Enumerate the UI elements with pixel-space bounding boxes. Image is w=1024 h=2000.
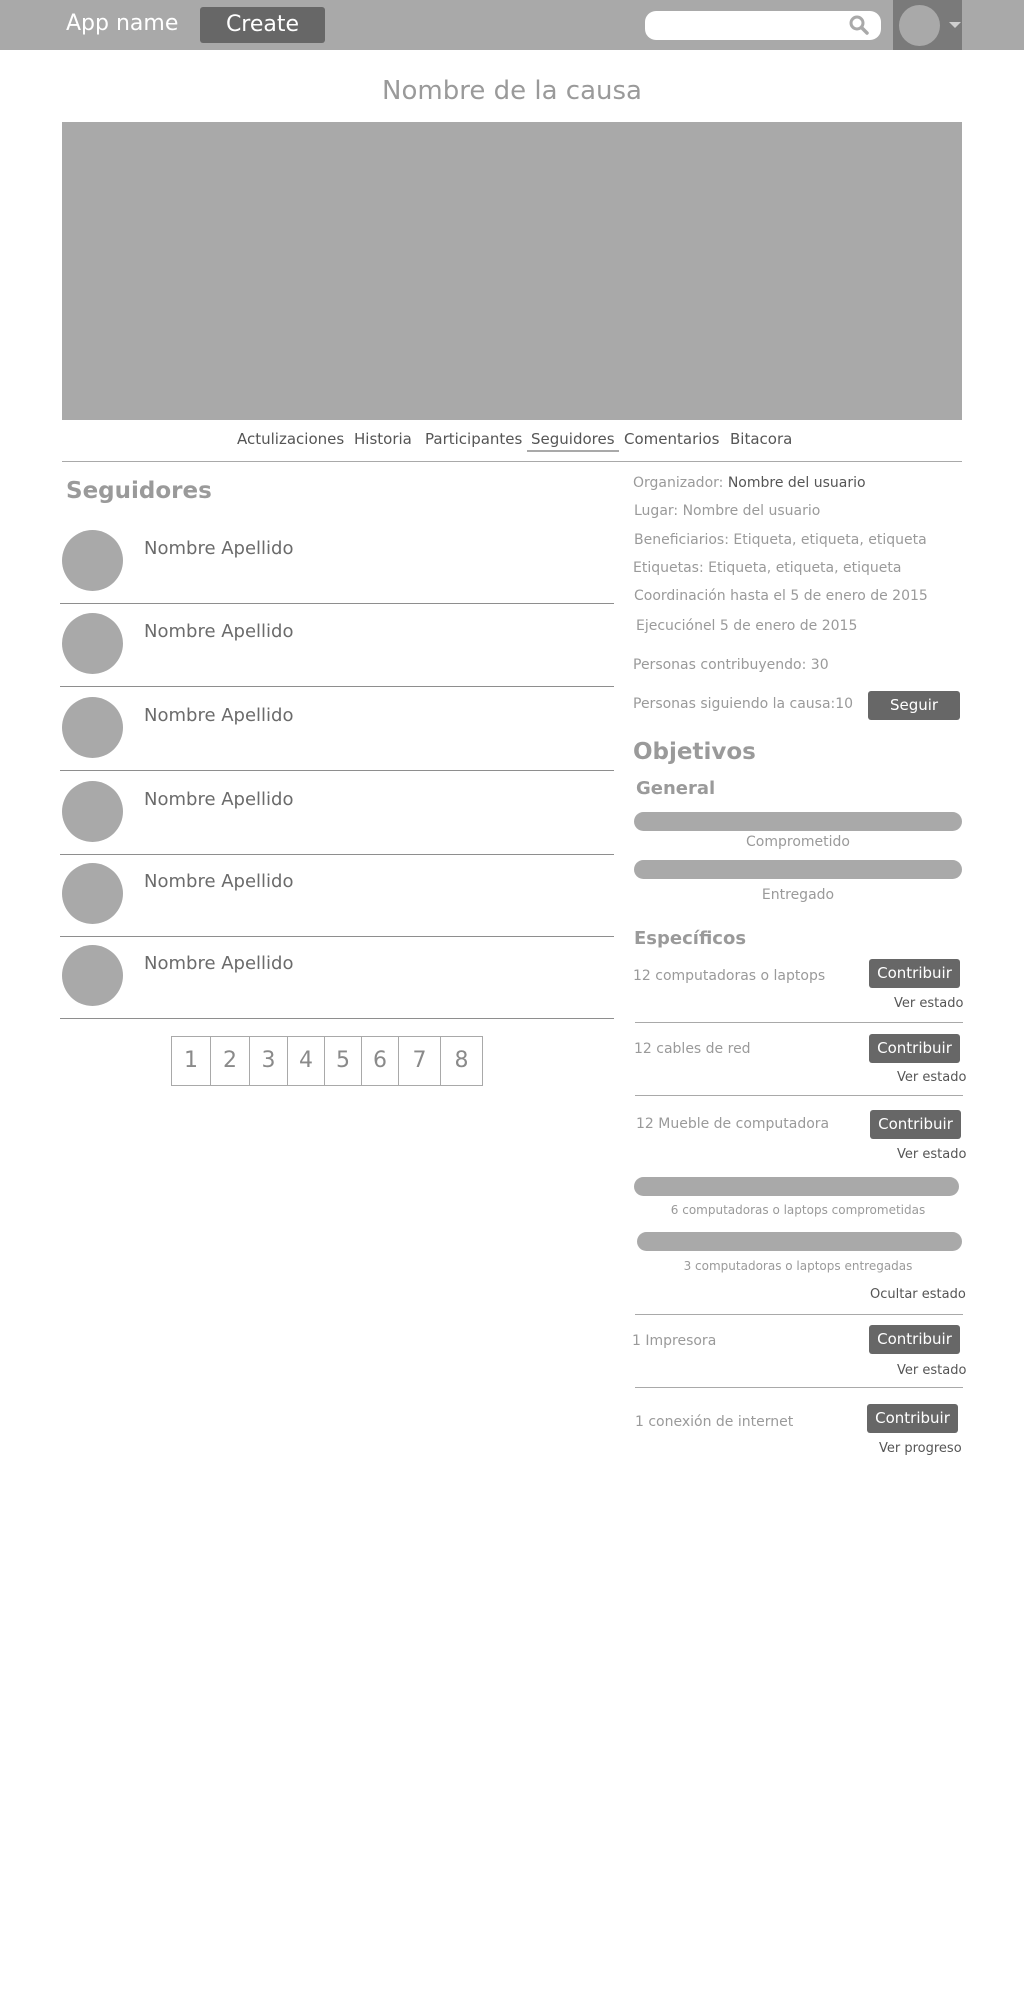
view-status-link[interactable]: Ver estado xyxy=(894,996,963,1011)
tab-bitacora[interactable]: Bitacora xyxy=(730,430,792,448)
objective-item-label: 1 conexión de internet xyxy=(635,1414,794,1430)
beneficiaries-text: Beneficiarios: Etiqueta, etiqueta, etiqu… xyxy=(634,532,927,548)
follow-button[interactable]: Seguir xyxy=(868,691,960,720)
row-divider xyxy=(60,686,614,687)
organizer-name[interactable]: Nombre del usuario xyxy=(728,475,866,491)
contributors-count: Personas contribuyendo: 30 xyxy=(633,657,829,673)
item-committed-progress-bar xyxy=(634,1177,959,1196)
chevron-down-icon[interactable] xyxy=(949,22,961,28)
tab-bar: Actulizaciones Historia Participantes Se… xyxy=(62,430,962,460)
objective-item-label: 12 computadoras o laptops xyxy=(633,968,826,984)
objective-divider xyxy=(635,1022,963,1023)
avatar[interactable] xyxy=(62,781,123,842)
create-button[interactable]: Create xyxy=(200,7,325,43)
objective-item-label: 12 Mueble de computadora xyxy=(636,1116,830,1132)
delivered-label: Entregado xyxy=(761,887,835,903)
followers-heading: Seguidores xyxy=(66,478,212,504)
organizer-line: Organizador: Nombre del usuario xyxy=(633,475,866,491)
user-menu[interactable] xyxy=(893,0,962,50)
row-divider xyxy=(60,936,614,937)
user-avatar[interactable] xyxy=(899,5,940,46)
follower-row[interactable]: Nombre Apellido xyxy=(60,613,614,695)
page-3[interactable]: 3 xyxy=(250,1037,288,1085)
row-divider xyxy=(60,770,614,771)
page-8[interactable]: 8 xyxy=(441,1037,482,1085)
specific-heading: Específicos xyxy=(634,928,747,949)
cause-image-placeholder xyxy=(62,122,962,420)
follower-row[interactable]: Nombre Apellido xyxy=(60,863,614,945)
place-text: Lugar: Nombre del usuario xyxy=(634,503,821,519)
row-divider xyxy=(60,603,614,604)
coordination-text: Coordinación hasta el 5 de enero de 2015 xyxy=(634,588,928,604)
page-title: Nombre de la causa xyxy=(382,76,642,106)
page-2[interactable]: 2 xyxy=(211,1037,250,1085)
tab-historia[interactable]: Historia xyxy=(354,430,412,448)
row-divider xyxy=(60,1018,614,1019)
objective-item-label: 12 cables de red xyxy=(634,1041,751,1057)
hide-status-link[interactable]: Ocultar estado xyxy=(870,1287,966,1302)
tab-seguidores[interactable]: Seguidores xyxy=(527,430,619,452)
avatar[interactable] xyxy=(62,613,123,674)
follower-row[interactable]: Nombre Apellido xyxy=(60,530,614,612)
follower-name[interactable]: Nombre Apellido xyxy=(144,953,294,974)
avatar[interactable] xyxy=(62,697,123,758)
contribute-button[interactable]: Contribuir xyxy=(869,1034,960,1063)
search-icon[interactable] xyxy=(849,15,869,35)
top-navigation-bar: App name Create xyxy=(0,0,1024,50)
page-7[interactable]: 7 xyxy=(399,1037,441,1085)
objective-item-label: 1 Impresora xyxy=(632,1333,717,1349)
contribute-button[interactable]: Contribuir xyxy=(867,1404,958,1433)
objective-divider xyxy=(635,1314,963,1315)
execution-text: Ejecuciónel 5 de enero de 2015 xyxy=(636,618,858,634)
tab-actualizaciones[interactable]: Actulizaciones xyxy=(237,430,344,448)
follower-name[interactable]: Nombre Apellido xyxy=(144,705,294,726)
item-delivered-progress-bar xyxy=(637,1232,962,1251)
tab-participantes[interactable]: Participantes xyxy=(425,430,522,448)
objectives-heading: Objetivos xyxy=(633,739,756,765)
committed-progress-bar xyxy=(634,812,962,831)
tags-text: Etiquetas: Etiqueta, etiqueta, etiqueta xyxy=(633,560,902,576)
avatar[interactable] xyxy=(62,863,123,924)
committed-label: Comprometido xyxy=(746,834,850,850)
contribute-button[interactable]: Contribuir xyxy=(869,959,960,988)
item-delivered-text: 3 computadoras o laptops entregadas xyxy=(683,1259,913,1273)
follower-row[interactable]: Nombre Apellido xyxy=(60,781,614,863)
item-committed-text: 6 computadoras o laptops comprometidas xyxy=(670,1203,926,1217)
followers-count: Personas siguiendo la causa:10 xyxy=(633,696,854,712)
view-status-link[interactable]: Ver estado xyxy=(897,1070,966,1085)
organizer-label: Organizador: xyxy=(633,475,724,491)
follower-name[interactable]: Nombre Apellido xyxy=(144,621,294,642)
follower-name[interactable]: Nombre Apellido xyxy=(144,871,294,892)
pagination: 1 2 3 4 5 6 7 8 xyxy=(171,1036,483,1086)
avatar[interactable] xyxy=(62,530,123,591)
follower-name[interactable]: Nombre Apellido xyxy=(144,789,294,810)
app-name[interactable]: App name xyxy=(66,11,178,36)
row-divider xyxy=(60,854,614,855)
tab-comentarios[interactable]: Comentarios xyxy=(624,430,719,448)
avatar[interactable] xyxy=(62,945,123,1006)
page-5[interactable]: 5 xyxy=(325,1037,362,1085)
page-1[interactable]: 1 xyxy=(172,1037,211,1085)
objective-divider xyxy=(635,1387,963,1388)
view-status-link[interactable]: Ver estado xyxy=(897,1363,966,1378)
delivered-progress-bar xyxy=(634,860,962,879)
search-input[interactable] xyxy=(645,11,881,40)
view-progress-link[interactable]: Ver progreso xyxy=(879,1441,962,1456)
follower-row[interactable]: Nombre Apellido xyxy=(60,697,614,779)
page-4[interactable]: 4 xyxy=(288,1037,325,1085)
contribute-button[interactable]: Contribuir xyxy=(870,1110,961,1139)
follower-row[interactable]: Nombre Apellido xyxy=(60,945,614,1027)
general-heading: General xyxy=(636,778,716,799)
tabs-divider xyxy=(62,461,962,462)
objective-divider xyxy=(635,1095,963,1096)
view-status-link[interactable]: Ver estado xyxy=(897,1147,966,1162)
page-6[interactable]: 6 xyxy=(362,1037,399,1085)
contribute-button[interactable]: Contribuir xyxy=(869,1325,960,1354)
follower-name[interactable]: Nombre Apellido xyxy=(144,538,294,559)
